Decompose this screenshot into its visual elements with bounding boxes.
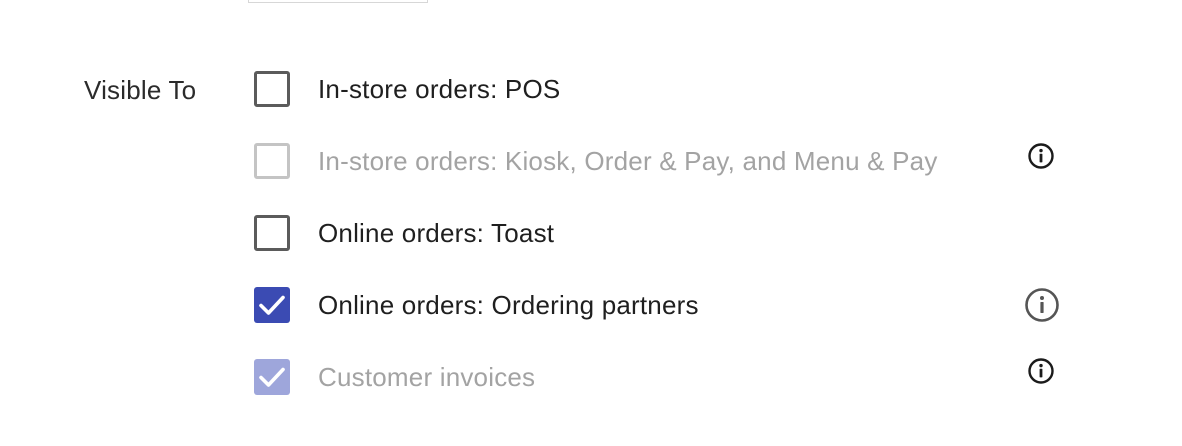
in-store-kiosk-label: In-store orders: Kiosk, Order & Pay, and… [318, 146, 938, 176]
info-icon[interactable] [1024, 287, 1060, 323]
checkmark-icon [259, 367, 285, 387]
online-toast-label[interactable]: Online orders: Toast [318, 216, 554, 250]
in-store-kiosk-checkbox [254, 143, 290, 179]
checkmark-icon [259, 295, 285, 315]
online-partners-checkbox[interactable] [254, 287, 290, 323]
option-row-online-partners[interactable]: Online orders: Ordering partners [254, 287, 1074, 325]
visible-to-options: In-store orders: POS In-store orders: Ki… [0, 0, 1182, 446]
online-partners-label[interactable]: Online orders: Ordering partners [318, 288, 699, 322]
customer-invoices-label: Customer invoices [318, 362, 536, 392]
info-icon[interactable] [1027, 357, 1055, 385]
customer-invoices-checkbox [254, 359, 290, 395]
option-row-online-toast[interactable]: Online orders: Toast [254, 215, 1074, 253]
online-toast-checkbox[interactable] [254, 215, 290, 251]
option-row-in-store-kiosk: In-store orders: Kiosk, Order & Pay, and… [254, 143, 1074, 181]
in-store-pos-label[interactable]: In-store orders: POS [318, 72, 560, 106]
option-row-in-store-pos[interactable]: In-store orders: POS [254, 71, 1074, 109]
option-row-customer-invoices: Customer invoices [254, 359, 1074, 397]
info-icon[interactable] [1027, 142, 1055, 170]
in-store-pos-checkbox[interactable] [254, 71, 290, 107]
